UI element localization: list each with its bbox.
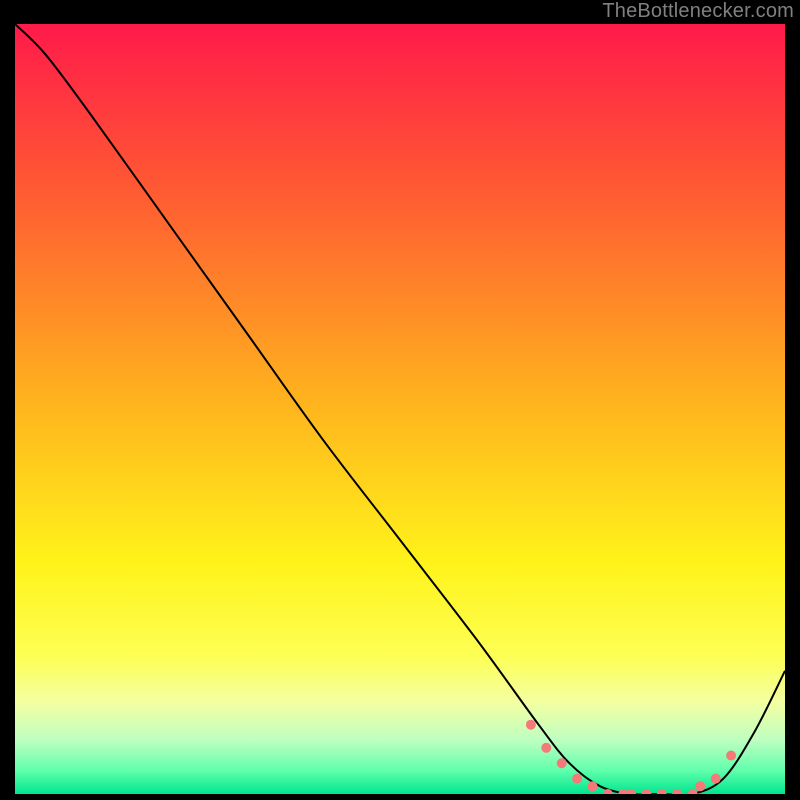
marker-dot xyxy=(541,743,551,753)
chart-container: TheBottlenecker.com xyxy=(0,0,800,800)
gradient-background xyxy=(15,24,785,794)
marker-dot xyxy=(695,781,705,791)
marker-dot xyxy=(588,781,598,791)
marker-dot xyxy=(526,720,536,730)
marker-dot xyxy=(711,774,721,784)
marker-dot xyxy=(557,758,567,768)
marker-dot xyxy=(572,774,582,784)
marker-dot xyxy=(726,751,736,761)
bottleneck-chart xyxy=(15,24,785,794)
attribution-label: TheBottlenecker.com xyxy=(602,0,794,23)
